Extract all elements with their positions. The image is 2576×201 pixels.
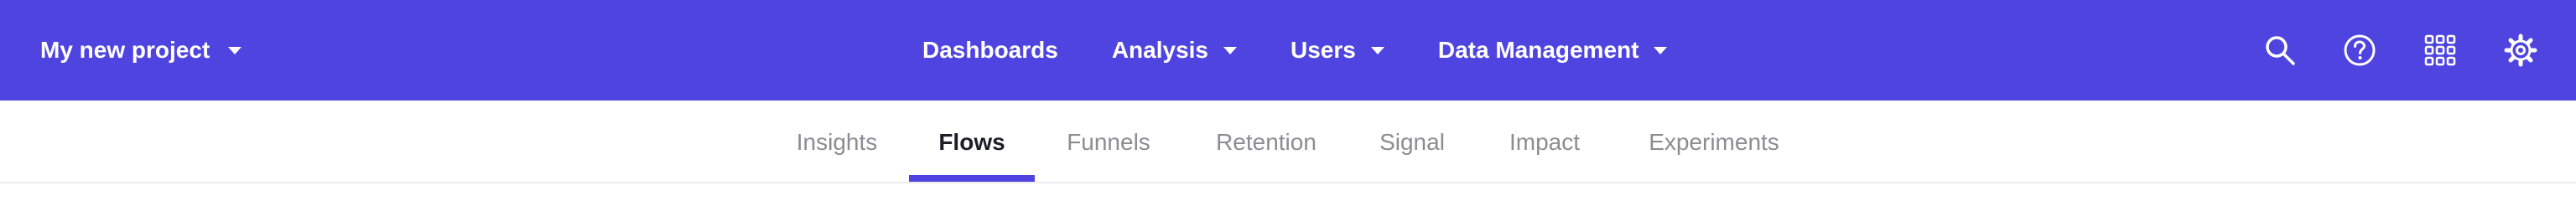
tab-retention[interactable]: Retention xyxy=(1208,100,1325,183)
nav-users-label: Users xyxy=(1291,37,1356,63)
tab-insights-label: Insights xyxy=(796,128,878,155)
tab-signal[interactable]: Signal xyxy=(1370,100,1454,183)
active-tab-indicator xyxy=(909,175,1035,182)
tab-impact[interactable]: Impact xyxy=(1503,100,1587,183)
search-button[interactable] xyxy=(2263,34,2297,67)
tab-insights[interactable]: Insights xyxy=(787,100,887,183)
top-navigation-bar: My new project Dashboards Analysis Users… xyxy=(0,0,2576,100)
tab-signal-label: Signal xyxy=(1379,128,1445,155)
nav-data-management[interactable]: Data Management xyxy=(1438,37,1668,64)
apps-button[interactable] xyxy=(2423,34,2457,67)
analysis-subnav: Insights Flows Funnels Retention Signal … xyxy=(0,100,2576,183)
help-button[interactable] xyxy=(2343,34,2376,67)
nav-analysis[interactable]: Analysis xyxy=(1112,37,1237,64)
toolbar-icons xyxy=(2241,0,2576,100)
search-icon xyxy=(2266,36,2295,65)
project-selector[interactable]: My new project xyxy=(40,0,242,100)
nav-dashboards[interactable]: Dashboards xyxy=(922,37,1058,64)
nav-data-management-label: Data Management xyxy=(1437,37,1639,63)
tab-experiments-label: Experiments xyxy=(1649,128,1779,155)
nav-analysis-label: Analysis xyxy=(1111,37,1208,63)
settings-icon xyxy=(2504,34,2537,67)
tab-experiments[interactable]: Experiments xyxy=(1637,100,1791,183)
main-nav: Dashboards Analysis Users Data Managemen… xyxy=(922,0,1668,100)
nav-users[interactable]: Users xyxy=(1291,37,1384,64)
help-icon xyxy=(2344,34,2376,66)
tab-flows[interactable]: Flows xyxy=(909,100,1035,183)
tab-impact-label: Impact xyxy=(1509,128,1581,155)
settings-button[interactable] xyxy=(2504,34,2537,67)
chevron-down-icon xyxy=(1223,46,1237,54)
chevron-down-icon xyxy=(228,46,242,54)
tab-flows-label: Flows xyxy=(938,128,1005,155)
chevron-down-icon xyxy=(1370,46,1384,54)
apps-grid-icon xyxy=(2424,34,2456,66)
tab-retention-label: Retention xyxy=(1216,128,1317,155)
chevron-down-icon xyxy=(1654,46,1668,54)
tab-funnels[interactable]: Funnels xyxy=(1058,100,1159,183)
tab-funnels-label: Funnels xyxy=(1067,128,1150,155)
nav-dashboards-label: Dashboards xyxy=(922,37,1058,63)
project-name: My new project xyxy=(40,37,210,63)
